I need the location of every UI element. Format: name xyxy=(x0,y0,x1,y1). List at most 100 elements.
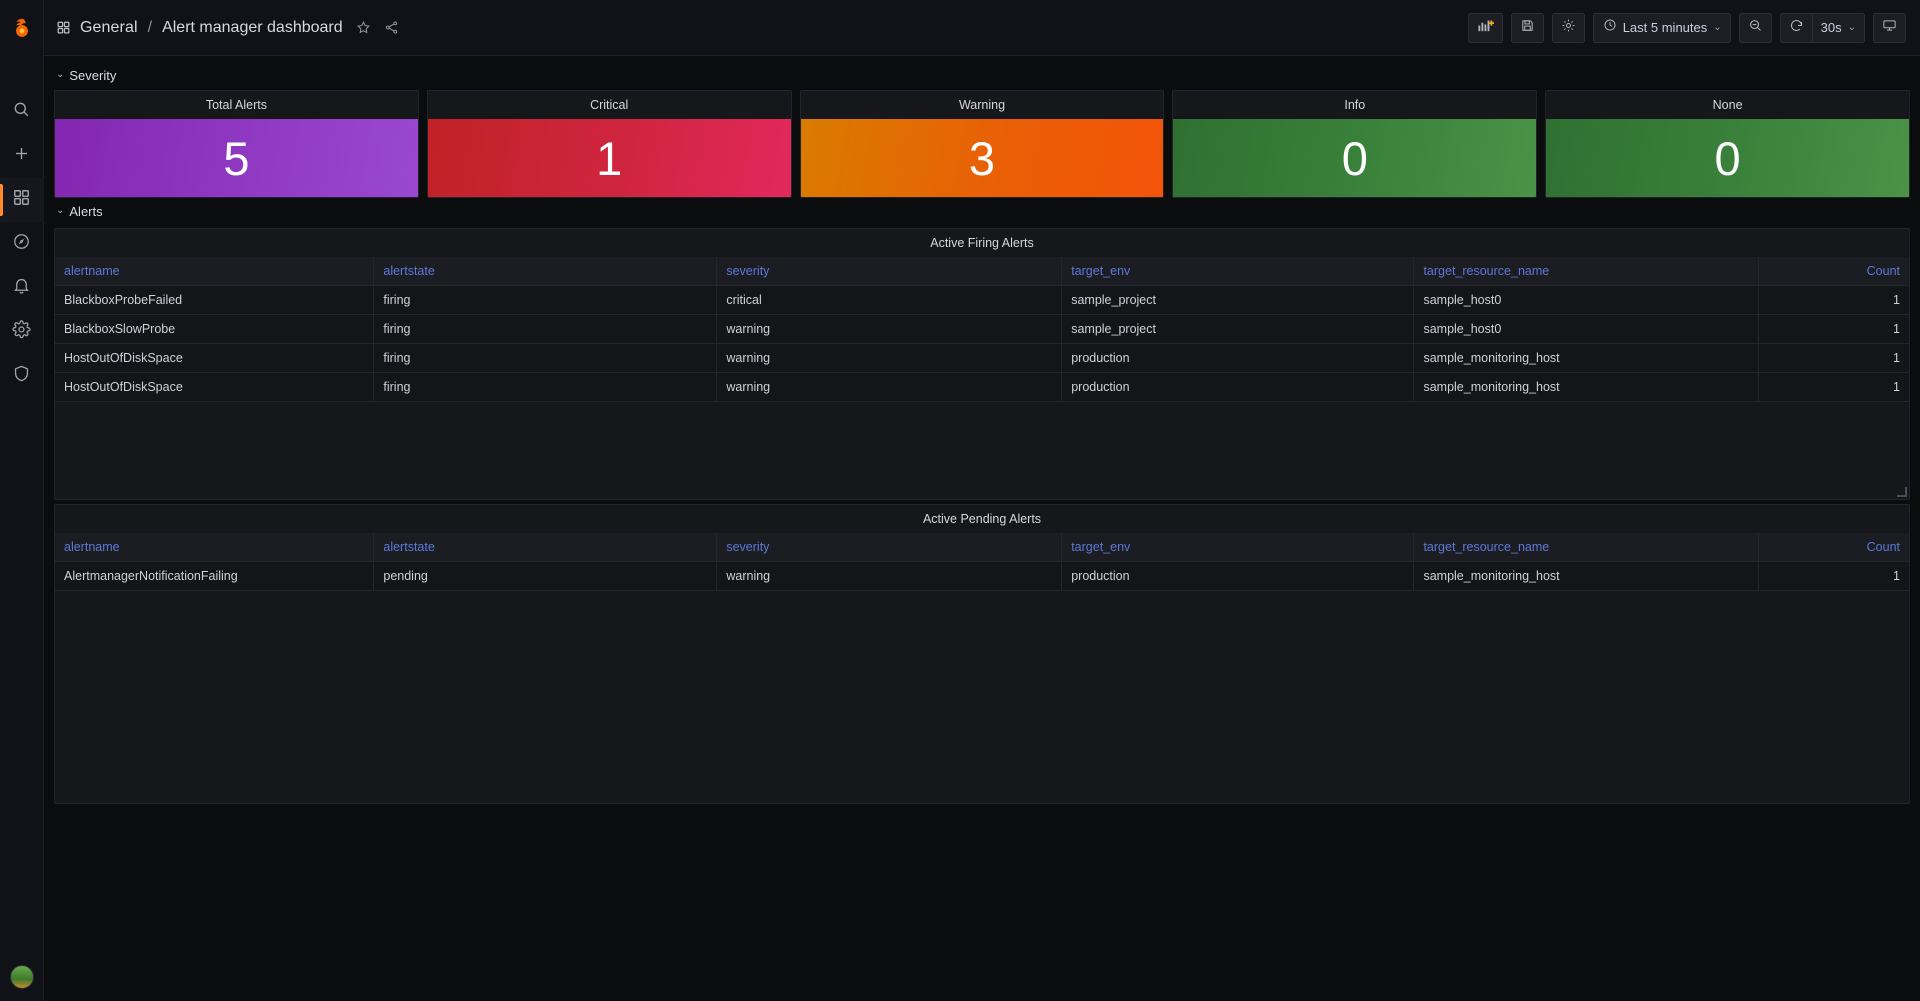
grafana-app: General / Alert manager dashboard Last 5… xyxy=(0,0,1920,1001)
cell-count: 1 xyxy=(1758,314,1909,344)
panel-title: Active Firing Alerts xyxy=(930,236,1034,250)
table-row[interactable]: AlertmanagerNotificationFailing pending … xyxy=(55,561,1909,591)
sidebar-item-explore[interactable] xyxy=(0,222,44,266)
dashboard-toolbar: General / Alert manager dashboard Last 5… xyxy=(44,0,1920,56)
cell-target-env: production xyxy=(1061,561,1415,591)
column-header-target-resource-name[interactable]: target_resource_name xyxy=(1413,257,1760,286)
sidebar-item-server-admin[interactable] xyxy=(0,354,44,398)
sidebar-item-search[interactable] xyxy=(0,90,44,134)
table-header: alertname alertstate severity target_env… xyxy=(55,533,1909,562)
toolbar-actions: Last 5 minutes ⌄ 30s ⌄ xyxy=(1467,12,1906,43)
compass-icon xyxy=(12,232,31,256)
table-row[interactable]: BlackboxSlowProbe firing warning sample_… xyxy=(55,314,1909,344)
sidebar-item-profile[interactable] xyxy=(0,957,44,1001)
table-row[interactable]: HostOutOfDiskSpace firing warning produc… xyxy=(55,343,1909,373)
breadcrumb-separator: / xyxy=(147,18,153,36)
column-header-severity[interactable]: severity xyxy=(716,257,1063,286)
cell-severity: warning xyxy=(716,314,1063,344)
chevron-down-icon: ⌄ xyxy=(56,69,65,80)
cell-target-resource-name: sample_monitoring_host xyxy=(1413,561,1760,591)
sidebar-item-alerting[interactable] xyxy=(0,266,44,310)
clock-icon xyxy=(1603,18,1617,37)
panel-active-firing-alerts[interactable]: Active Firing Alerts alertname alertstat… xyxy=(54,228,1910,500)
table-header: alertname alertstate severity target_env… xyxy=(55,257,1909,286)
add-panel-button[interactable] xyxy=(1467,12,1503,43)
cell-alertname: BlackboxProbeFailed xyxy=(55,285,375,315)
zoom-out-icon xyxy=(1748,18,1763,38)
refresh-interval-label: 30s xyxy=(1820,20,1842,35)
firing-alerts-table: alertname alertstate severity target_env… xyxy=(55,257,1909,402)
grid-icon xyxy=(56,20,71,35)
table-body: BlackboxProbeFailed firing critical samp… xyxy=(55,285,1909,402)
column-header-count[interactable]: Count xyxy=(1758,533,1909,562)
save-dashboard-button[interactable] xyxy=(1510,12,1544,43)
tv-mode-button[interactable] xyxy=(1873,12,1906,43)
time-range-label: Last 5 minutes xyxy=(1622,20,1708,35)
add-panel-icon xyxy=(1477,18,1494,38)
cell-severity: warning xyxy=(716,561,1063,591)
refresh-button[interactable] xyxy=(1779,12,1812,43)
stat-value: 0 xyxy=(1173,119,1537,197)
row-title-alerts: Alerts xyxy=(69,203,103,219)
refresh-interval-select[interactable]: 30s ⌄ xyxy=(1811,12,1865,43)
column-header-alertstate[interactable]: alertstate xyxy=(373,533,718,562)
table-row[interactable]: BlackboxProbeFailed firing critical samp… xyxy=(55,285,1909,315)
row-title-severity: Severity xyxy=(69,67,117,83)
stat-panel-total-alerts[interactable]: Total Alerts 5 xyxy=(54,90,419,198)
share-icon[interactable] xyxy=(384,20,399,35)
cell-alertstate: firing xyxy=(373,343,718,373)
chevron-down-icon: ⌄ xyxy=(1847,21,1856,33)
cell-target-resource-name: sample_monitoring_host xyxy=(1413,372,1760,402)
panel-active-pending-alerts[interactable]: Active Pending Alerts alertname alertsta… xyxy=(54,504,1910,804)
sidebar-item-configuration[interactable] xyxy=(0,310,44,354)
table-scroll-area[interactable]: alertname alertstate severity target_env… xyxy=(55,533,1909,803)
page-title[interactable]: Alert manager dashboard xyxy=(162,19,343,37)
dashboard-settings-button[interactable] xyxy=(1551,12,1585,43)
sidebar-item-create[interactable] xyxy=(0,134,44,178)
cell-target-env: sample_project xyxy=(1061,314,1415,344)
stat-value: 3 xyxy=(800,119,1164,197)
cell-target-resource-name: sample_host0 xyxy=(1413,314,1760,344)
column-header-alertname[interactable]: alertname xyxy=(55,257,375,286)
time-range-picker[interactable]: Last 5 minutes ⌄ xyxy=(1592,12,1731,43)
cell-target-env: sample_project xyxy=(1061,285,1415,315)
stat-value: 0 xyxy=(1546,119,1909,197)
panel-title: Critical xyxy=(590,98,629,112)
table-scroll-area[interactable]: alertname alertstate severity target_env… xyxy=(55,257,1909,499)
column-header-alertstate[interactable]: alertstate xyxy=(373,257,718,286)
column-header-target-env[interactable]: target_env xyxy=(1061,533,1415,562)
table-row[interactable]: HostOutOfDiskSpace firing warning produc… xyxy=(55,372,1909,402)
stat-panel-none[interactable]: None 0 xyxy=(1545,90,1910,198)
panel-title: None xyxy=(1712,98,1743,112)
cell-alertname: HostOutOfDiskSpace xyxy=(55,372,375,402)
bell-icon xyxy=(12,276,31,300)
stat-panel-critical[interactable]: Critical 1 xyxy=(426,90,792,198)
star-icon[interactable] xyxy=(356,20,371,35)
row-header-severity[interactable]: ⌄ Severity xyxy=(54,62,1910,88)
cell-count: 1 xyxy=(1758,343,1909,373)
cell-severity: warning xyxy=(716,372,1063,402)
pending-alerts-table: alertname alertstate severity target_env… xyxy=(55,533,1909,591)
breadcrumb-folder[interactable]: General xyxy=(80,19,138,37)
column-header-target-resource-name[interactable]: target_resource_name xyxy=(1413,533,1760,562)
panel-title: Total Alerts xyxy=(205,98,267,112)
row-header-alerts[interactable]: ⌄ Alerts xyxy=(54,198,1910,224)
refresh-picker: 30s ⌄ xyxy=(1779,12,1865,43)
stat-value: 5 xyxy=(55,119,418,197)
table-header-row: alertname alertstate severity target_env… xyxy=(55,257,1909,286)
panel-resize-handle[interactable] xyxy=(1897,487,1907,497)
grafana-logo-icon[interactable] xyxy=(0,0,44,56)
cell-alertstate: firing xyxy=(373,285,718,315)
vertical-scrollbar[interactable] xyxy=(1903,259,1907,483)
zoom-out-time-button[interactable] xyxy=(1738,12,1772,43)
column-header-alertname[interactable]: alertname xyxy=(55,533,375,562)
cell-target-env: production xyxy=(1061,343,1415,373)
column-header-target-env[interactable]: target_env xyxy=(1061,257,1415,286)
panel-title: Active Pending Alerts xyxy=(922,512,1042,526)
stat-panel-warning[interactable]: Warning 3 xyxy=(799,90,1165,198)
sidebar-item-dashboards[interactable] xyxy=(0,178,44,222)
cell-alertstate: firing xyxy=(373,372,718,402)
column-header-severity[interactable]: severity xyxy=(716,533,1063,562)
stat-panel-info[interactable]: Info 0 xyxy=(1172,90,1538,198)
column-header-count[interactable]: Count xyxy=(1758,257,1909,286)
